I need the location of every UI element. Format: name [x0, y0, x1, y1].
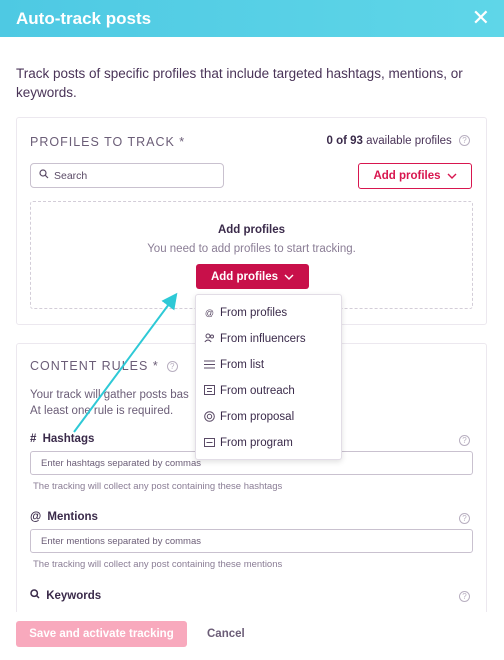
dropdown-item-from-proposal[interactable]: From proposal — [196, 404, 341, 430]
mentions-label-text: Mentions — [47, 511, 98, 523]
help-icon[interactable]: ? — [167, 361, 179, 373]
users-icon — [204, 333, 215, 345]
rules-desc-line1: Your track will gather posts bas — [30, 389, 189, 401]
modal-header: Auto-track posts ✕ — [0, 0, 504, 37]
help-icon[interactable]: ? — [459, 135, 470, 147]
help-icon[interactable]: ? — [459, 435, 470, 446]
rules-desc-line2: At least one rule is required. — [30, 405, 174, 417]
empty-subtitle: You need to add profiles to start tracki… — [147, 243, 356, 255]
chevron-down-icon — [447, 170, 457, 182]
mentions-note: The tracking will collect any post conta… — [33, 559, 283, 570]
cancel-button[interactable]: Cancel — [207, 621, 245, 647]
save-and-activate-button[interactable]: Save and activate tracking — [16, 621, 187, 647]
rules-title-text: CONTENT RULES * — [30, 359, 159, 373]
dropdown-item-label: From proposal — [220, 411, 295, 423]
add-profiles-dropdown: @ From profiles From influencers From li… — [195, 294, 342, 460]
empty-profiles-box: Add profiles You need to add profiles to… — [30, 201, 473, 309]
dropdown-item-label: From outreach — [220, 385, 295, 397]
mentions-input[interactable]: Enter mentions separated by commas — [30, 529, 473, 553]
chevron-down-icon — [284, 271, 294, 283]
mentions-placeholder: Enter mentions separated by commas — [41, 535, 201, 547]
search-input[interactable]: Search — [30, 163, 224, 188]
dropdown-item-label: From profiles — [220, 307, 288, 319]
at-icon: @ — [204, 308, 215, 318]
profiles-title-text: PROFILES TO TRACK * — [30, 135, 186, 149]
hashtags-note: The tracking will collect any post conta… — [33, 481, 283, 492]
dropdown-item-from-program[interactable]: From program — [196, 430, 341, 456]
search-placeholder: Search — [54, 169, 88, 182]
intro-text: Track posts of specific profiles that in… — [16, 66, 463, 100]
keywords-label: Keywords — [30, 589, 101, 602]
profiles-section-title: PROFILES TO TRACK * — [30, 135, 185, 149]
modal-title: Auto-track posts — [16, 8, 152, 28]
help-icon[interactable]: ? — [459, 591, 470, 602]
at-icon: @ — [30, 511, 42, 523]
dropdown-item-label: From influencers — [220, 333, 306, 345]
keywords-label-text: Keywords — [46, 590, 102, 602]
hashtag-icon: # — [30, 433, 37, 445]
available-profiles: 0 of 93 available profiles ? — [326, 135, 470, 147]
search-icon — [39, 169, 49, 182]
rules-description: Your track will gather posts bas At leas… — [30, 387, 189, 419]
dropdown-item-from-list[interactable]: From list — [196, 352, 341, 378]
dropdown-item-from-profiles[interactable]: @ From profiles — [196, 300, 341, 326]
add-profiles-label: Add profiles — [373, 170, 441, 182]
keyword-search-icon — [30, 589, 43, 602]
close-icon[interactable]: ✕ — [472, 6, 490, 30]
empty-add-profiles-label: Add profiles — [210, 270, 279, 283]
dropdown-item-from-outreach[interactable]: From outreach — [196, 378, 341, 404]
mentions-label: @ Mentions — [30, 511, 98, 523]
program-icon — [204, 437, 215, 449]
help-icon[interactable]: ? — [459, 513, 470, 524]
hashtags-placeholder: Enter hashtags separated by commas — [41, 457, 202, 469]
empty-add-profiles-button[interactable]: Add profiles — [196, 264, 309, 289]
available-suffix: available profiles — [366, 135, 452, 147]
dropdown-item-from-influencers[interactable]: From influencers — [196, 326, 341, 352]
list-icon — [204, 360, 215, 371]
outreach-icon — [204, 385, 215, 397]
modal-footer: Save and activate tracking Cancel — [0, 612, 504, 660]
available-count: 0 of 93 — [326, 135, 363, 147]
dropdown-item-label: From list — [220, 359, 265, 371]
rules-section-title: CONTENT RULES * ? — [30, 359, 179, 373]
proposal-icon — [204, 410, 215, 424]
hashtags-label-text: Hashtags — [42, 433, 95, 445]
hashtags-label: # Hashtags — [30, 433, 94, 445]
empty-title: Add profiles — [217, 224, 286, 236]
dropdown-item-label: From program — [220, 437, 293, 449]
add-profiles-button[interactable]: Add profiles — [358, 163, 472, 189]
